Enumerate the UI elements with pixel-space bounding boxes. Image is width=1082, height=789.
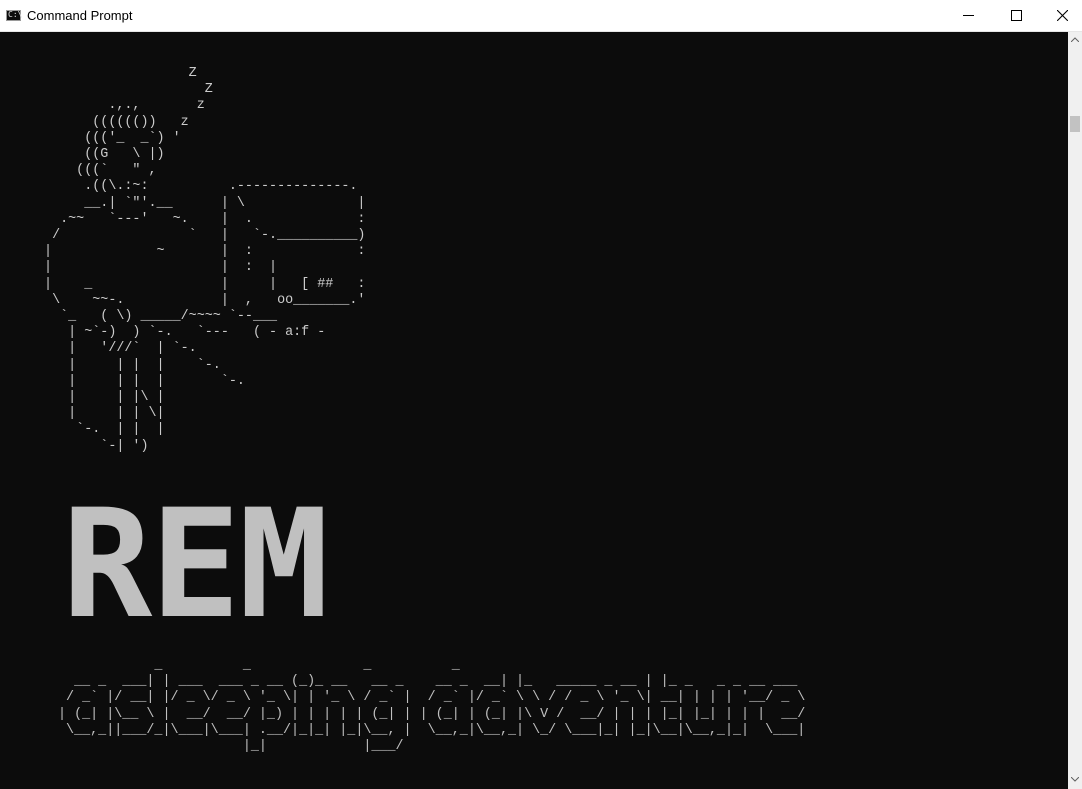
- maximize-icon: [1011, 10, 1022, 21]
- window-title: Command Prompt: [27, 8, 133, 23]
- scroll-down-button[interactable]: [1068, 772, 1082, 789]
- scroll-thumb[interactable]: [1070, 116, 1080, 132]
- close-icon: [1057, 10, 1068, 21]
- cmd-icon[interactable]: C:\: [6, 10, 23, 21]
- vertical-scrollbar[interactable]: [1068, 32, 1082, 789]
- minimize-button[interactable]: [946, 0, 992, 31]
- maximize-button[interactable]: [994, 0, 1040, 31]
- console-output[interactable]: Z Z .,., z (((((()) z ((('_ _`) ' ((G \ …: [0, 32, 1068, 789]
- scroll-down-icon: [1071, 777, 1079, 782]
- scroll-up-icon: [1071, 37, 1079, 42]
- close-button[interactable]: [1040, 0, 1082, 31]
- minimize-icon: [963, 15, 974, 16]
- title-bar[interactable]: C:\ Command Prompt: [0, 0, 1082, 32]
- sleeping-person-ascii-art: Z Z .,., z (((((()) z ((('_ _`) ' ((G \ …: [44, 66, 366, 454]
- rem-logo: REM: [62, 478, 329, 652]
- tagline-ascii-art: _ _ _ _ __ _ ___| | ___ ___ _ __ (_)_ __…: [58, 658, 806, 755]
- cmd-icon-text: C:\: [8, 10, 23, 19]
- scroll-up-button[interactable]: [1068, 32, 1082, 49]
